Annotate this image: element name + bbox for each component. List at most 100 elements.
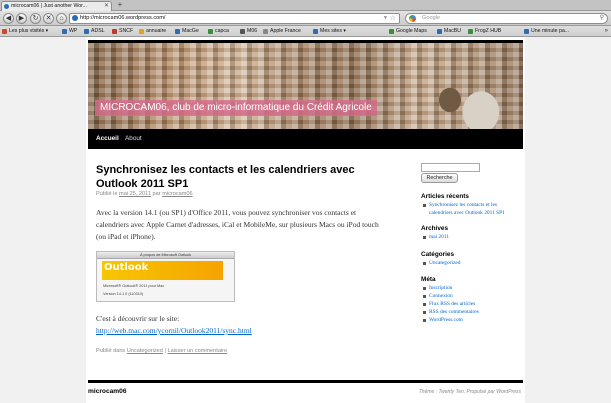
bookmark-frogz-hub[interactable]: FrogZ HUB (468, 26, 502, 36)
menu-item-accueil[interactable]: Accueil (96, 129, 119, 149)
bookmark-label: MacBU (444, 28, 462, 34)
utility-prefix: Publié dans (96, 348, 126, 354)
bookmark-macge[interactable]: MacGe (175, 26, 199, 36)
search-button[interactable]: Recherche (421, 173, 458, 183)
utility-separator: | (164, 348, 166, 354)
menu-item-about[interactable]: About (125, 129, 142, 149)
category-link[interactable]: Uncategorized (127, 348, 163, 354)
bookmark-label: MacGe (182, 28, 199, 34)
browser-tab[interactable]: microcam06 | Just another Wor... ✕ (1, 1, 112, 11)
bookmark-annuaire[interactable]: annuaire (139, 26, 166, 36)
screenshot-window-title: À propos de Microsoft Outlook (97, 252, 234, 259)
tab-bar: microcam06 | Just another Wor... ✕ + (0, 0, 611, 11)
home-button[interactable]: ⌂ (56, 13, 67, 24)
outlook-logo: Outlook (104, 262, 149, 273)
bookmark-m06[interactable]: M06 (240, 26, 257, 36)
archives-list: mai 2011 (421, 233, 521, 241)
bookmark-label: SNCF (119, 28, 134, 34)
bookmark-mes-sites[interactable]: Mes sites ▾ (313, 26, 346, 36)
site-identity-icon[interactable] (72, 15, 78, 21)
archive-link[interactable]: mai 2011 (421, 233, 521, 241)
close-tab-icon[interactable]: ✕ (104, 2, 109, 11)
sidebar-search-input[interactable] (421, 163, 480, 172)
bookmark-label: Une minute pa... (531, 28, 570, 34)
bookmark-macbu[interactable]: MacBU (437, 26, 462, 36)
bookmark-label: ADSL (91, 28, 105, 34)
bookmark-label: capca (215, 28, 229, 34)
site-wrapper: MICROCAM06, club de micro-informatique d… (86, 37, 525, 403)
new-tab-button[interactable]: + (115, 0, 125, 10)
forward-button[interactable]: ▶ (16, 13, 27, 24)
meta-by: par (152, 191, 161, 197)
recent-posts-heading: Articles récents (421, 193, 469, 200)
meta-list: Inscription Connexion Flux RSS des artic… (421, 284, 521, 324)
bookmark-google-maps[interactable]: Google Maps (389, 26, 427, 36)
page-icon (84, 29, 89, 34)
tab-title: microcam06 | Just another Wor... (11, 3, 87, 9)
post-discover: C'est à découvrir sur le site: http://we… (96, 313, 388, 337)
page-icon (208, 29, 213, 34)
google-icon[interactable] (409, 15, 416, 22)
meta-heading: Méta (421, 276, 436, 283)
page-viewport: MICROCAM06, club de micro-informatique d… (0, 37, 611, 403)
page-icon (240, 29, 245, 34)
bookmark-star-icon[interactable]: ☆ (390, 14, 396, 23)
sync-article-link[interactable]: http://web.mac.com/ycornil/Outlook2011/s… (96, 326, 252, 335)
bookmark-capca[interactable]: capca (208, 26, 229, 36)
bookmark-wp[interactable]: WP (62, 26, 78, 36)
header-photo[interactable]: MICROCAM06, club de micro-informatique d… (88, 40, 523, 129)
archives-heading: Archives (421, 225, 448, 232)
page-icon (139, 29, 144, 34)
more-bookmarks-chevron-icon[interactable]: » (605, 26, 608, 36)
bookmark-label: Les plus visités ▾ (9, 28, 49, 34)
stop-icon: ✕ (45, 15, 52, 22)
bookmark-most-visited[interactable]: Les plus visités ▾ (2, 26, 49, 36)
bookmark-une-minute[interactable]: Une minute pa... (524, 26, 570, 36)
sncf-icon (112, 29, 117, 34)
page-icon (524, 29, 529, 34)
address-bar[interactable]: http://microcam06.wordpress.com/ ▼ ☆ (69, 13, 400, 24)
search-placeholder: Google (422, 15, 441, 21)
recent-post-link[interactable]: Synchronisez les contacts et les calendr… (421, 201, 521, 217)
meta-link-rss-comments[interactable]: RSS des commentaires (421, 308, 521, 316)
home-icon: ⌂ (59, 15, 64, 22)
meta-prefix: Publié le (96, 191, 118, 197)
meta-link-wordpress[interactable]: WordPress.com (421, 316, 521, 324)
wordpress-favicon-icon (4, 4, 9, 9)
bookmark-label: Apple France (270, 28, 301, 34)
stop-button[interactable]: ✕ (43, 13, 54, 24)
categories-list: Uncategorized (421, 259, 521, 267)
outlook-about-screenshot[interactable]: À propos de Microsoft Outlook Outlook Mi… (96, 251, 235, 302)
bookmark-label: Mes sites ▾ (320, 28, 346, 34)
meta-link-inscription[interactable]: Inscription (421, 284, 521, 292)
main-menu: Accueil About (88, 129, 523, 149)
footer-credit[interactable]: Thème : Twenty Ten. Propulsé par WordPre… (419, 389, 521, 395)
bookmark-sncf[interactable]: SNCF (112, 26, 134, 36)
bookmark-adsl[interactable]: ADSL (84, 26, 105, 36)
bookmark-label: WP (69, 28, 78, 34)
navigation-toolbar: ◀ ▶ ↻ ✕ ⌂ http://microcam06.wordpress.co… (0, 11, 611, 26)
meta-link-connexion[interactable]: Connexion (421, 292, 521, 300)
post-title[interactable]: Synchronisez les contacts et les calendr… (96, 163, 386, 191)
page-icon (175, 29, 180, 34)
back-button[interactable]: ◀ (3, 13, 14, 24)
bookmark-folder-icon (313, 29, 318, 34)
url-history-dropdown-icon[interactable]: ▼ (383, 14, 388, 23)
recent-posts-list: Synchronisez les contacts et les calendr… (421, 201, 521, 217)
url-text: http://microcam06.wordpress.com/ (80, 15, 166, 21)
bookmark-apple-france[interactable]: Apple France (263, 26, 301, 36)
bookmark-label: FrogZ HUB (475, 28, 502, 34)
screenshot-version-line: Version 14.1.0 (110310) (103, 292, 144, 296)
search-icon[interactable]: ⚲ (600, 14, 604, 23)
wordpress-icon (62, 29, 67, 34)
apple-icon (263, 29, 268, 34)
site-header-title[interactable]: MICROCAM06, club de micro-informatique d… (95, 100, 377, 116)
category-item-link[interactable]: Uncategorized (421, 259, 521, 267)
post-date-link[interactable]: mai 25, 2011 (119, 191, 151, 197)
search-input[interactable]: Google ⚲ (405, 13, 608, 24)
leave-comment-link[interactable]: Laisser un commentaire (167, 348, 227, 354)
post-author-link[interactable]: microcam06 (162, 191, 192, 197)
footer-site-name[interactable]: microcam06 (88, 388, 127, 395)
reload-button[interactable]: ↻ (30, 13, 41, 24)
meta-link-rss-articles[interactable]: Flux RSS des articles (421, 300, 521, 308)
